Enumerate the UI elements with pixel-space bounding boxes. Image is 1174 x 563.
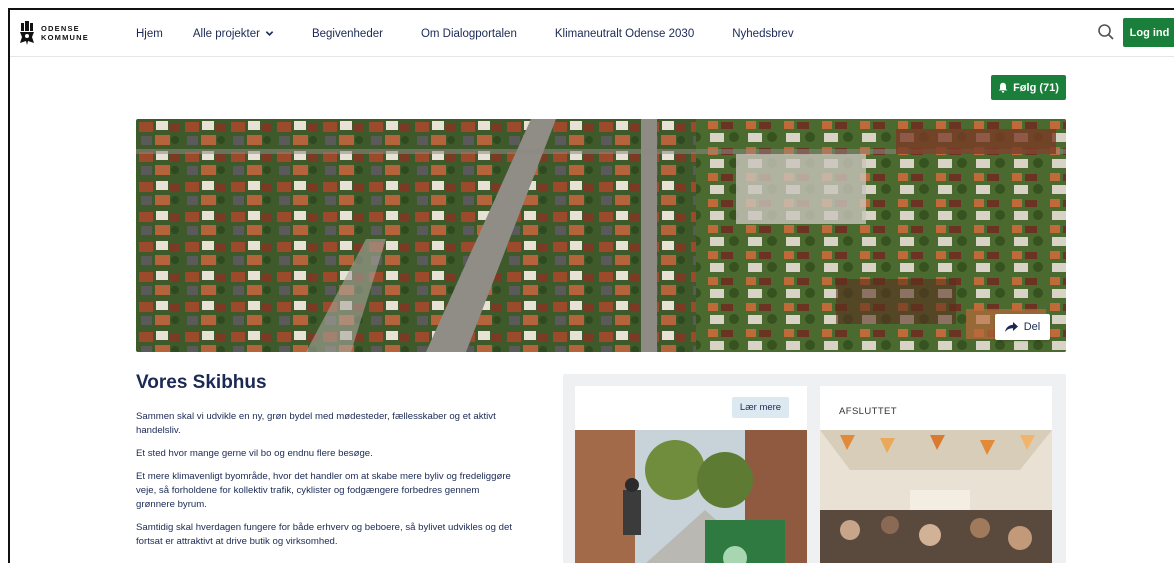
bell-icon — [998, 82, 1008, 93]
nav-item-alle-projekter[interactable]: Alle projekter — [193, 28, 274, 40]
share-button[interactable]: Del — [995, 314, 1050, 340]
share-label: Del — [1023, 321, 1041, 333]
nav-item-label: Om Dialogportalen — [420, 27, 517, 40]
page-frame: ODENSE KOMMUNE Hjem Alle projekter Begiv… — [8, 8, 1174, 563]
intro-text: Sammen skal vi udvikle en ny, grøn bydel… — [136, 410, 516, 558]
nav-item-label: Hjem — [136, 27, 163, 40]
login-button[interactable]: Log ind — [1123, 18, 1174, 47]
nav-item-om-dialogportalen[interactable]: Om Dialogportalen — [421, 28, 517, 40]
nav-item-klimaneutralt-odense[interactable]: Klimaneutralt Odense 2030 — [555, 28, 694, 40]
share-arrow-icon — [1004, 322, 1018, 332]
page-title: Vores Skibhus — [136, 372, 267, 393]
intro-paragraph: Et mere klimavenligt byområde, hvor det … — [136, 471, 511, 510]
intro-paragraph: Sammen skal vi udvikle en ny, grøn bydel… — [136, 411, 496, 436]
project-card[interactable]: AFSLUTTET — [820, 386, 1052, 563]
nav-item-label: Alle projekter — [192, 27, 260, 40]
logo-text: ODENSE KOMMUNE — [41, 24, 89, 42]
status-badge: AFSLUTTET — [839, 406, 897, 417]
main-nav: Hjem Alle projekter Begivenheder Om Dial… — [136, 10, 832, 57]
nav-item-begivenheder[interactable]: Begivenheder — [312, 28, 383, 40]
follow-button[interactable]: Følg (71) — [991, 75, 1066, 100]
learn-more-button[interactable]: Lær mere — [732, 397, 789, 418]
logo-mark-icon — [20, 21, 34, 45]
card-event-photo — [820, 430, 1052, 563]
project-card[interactable]: Lær mere — [575, 386, 807, 563]
nav-item-label: Nyhedsbrev — [732, 27, 794, 40]
top-navigation-bar: ODENSE KOMMUNE Hjem Alle projekter Begiv… — [10, 10, 1174, 57]
nav-item-label: Klimaneutralt Odense 2030 — [554, 27, 695, 40]
card-street-photo — [575, 430, 807, 563]
nav-item-hjem[interactable]: Hjem — [136, 28, 163, 40]
logo-line-1: ODENSE — [41, 24, 80, 33]
logo-line-2: KOMMUNE — [41, 33, 89, 42]
odense-kommune-logo[interactable]: ODENSE KOMMUNE — [19, 19, 99, 47]
hero-aerial-photo — [136, 119, 1066, 352]
nav-item-label: Begivenheder — [311, 27, 383, 40]
chevron-down-icon — [265, 31, 274, 36]
intro-paragraph: Samtidig skal hverdagen fungere for både… — [136, 522, 512, 547]
follow-label: Følg (71) — [1013, 81, 1059, 94]
search-icon[interactable] — [1097, 23, 1115, 41]
related-cards-panel: Lær mere AFSLUTTET — [563, 374, 1066, 563]
nav-item-nyhedsbrev[interactable]: Nyhedsbrev — [732, 28, 793, 40]
intro-paragraph: Et sted hvor mange gerne vil bo og endnu… — [136, 448, 373, 459]
